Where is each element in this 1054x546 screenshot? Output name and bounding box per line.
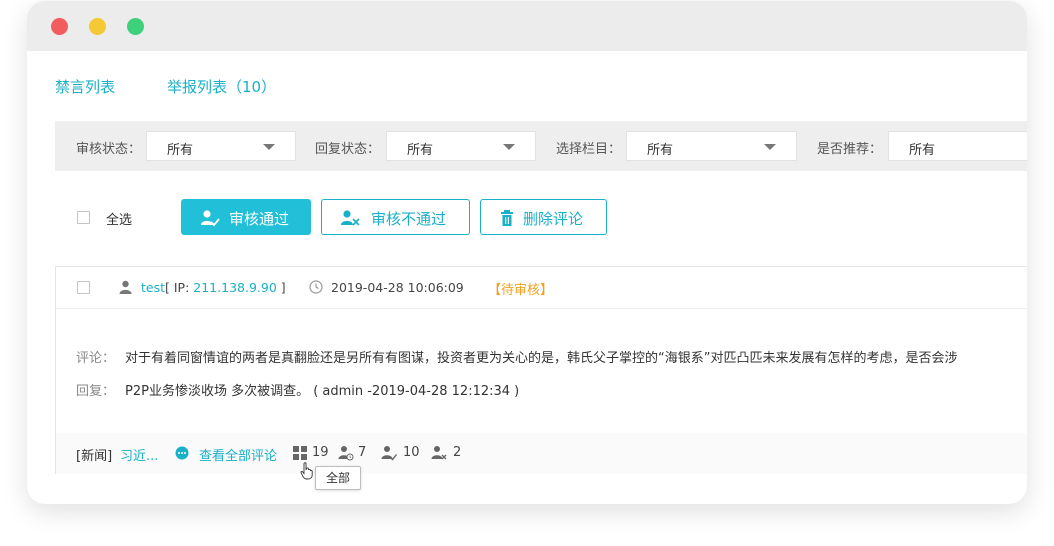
comment-card: test[ IP: 211.138.9.90 ] 2019-04-28 10:0… <box>55 266 1027 474</box>
user-x-icon <box>341 210 360 226</box>
column-select-value: 所有 <box>647 143 674 158</box>
count-all: 19 <box>312 445 329 460</box>
column-select-label: 选择栏目： <box>556 142 622 157</box>
ip-link[interactable]: 211.138.9.90 <box>193 280 277 295</box>
tab-report-list[interactable]: 举报列表（10） <box>167 76 276 97</box>
chat-bubble-icon <box>175 446 189 460</box>
filter-bar: 审核状态： 所有 回复状态： 所有 选择栏目： 所有 是否推荐： 所有 <box>55 121 1027 171</box>
window-titlebar <box>27 1 1027 51</box>
count-rejected: 2 <box>453 445 462 460</box>
chevron-down-icon <box>764 144 776 150</box>
comment-header: test[ IP: 211.138.9.90 ] 2019-04-28 10:0… <box>56 267 1027 309</box>
review-status-select[interactable]: 所有 <box>146 131 296 161</box>
recommend-select[interactable]: 所有 <box>888 131 1027 161</box>
ip-suffix: ] <box>276 280 286 295</box>
delete-comment-button[interactable]: 删除评论 <box>480 199 607 235</box>
reply-status-select[interactable]: 所有 <box>386 131 536 161</box>
view-all-comments-link[interactable]: 查看全部评论 <box>199 445 277 464</box>
reply-status-label: 回复状态： <box>315 142 381 157</box>
user-x-icon[interactable] <box>431 445 447 461</box>
recommend-label: 是否推荐： <box>817 142 883 157</box>
column-select[interactable]: 所有 <box>626 131 797 161</box>
reply-status-value: 所有 <box>407 143 434 158</box>
author-link[interactable]: test <box>141 280 165 295</box>
user-pending-icon[interactable] <box>338 445 354 461</box>
tooltip: 全部 <box>315 466 362 490</box>
close-window-button[interactable] <box>51 18 68 35</box>
user-check-icon <box>201 210 220 227</box>
status-badge: 【待审核】 <box>488 283 554 298</box>
hand-cursor-icon <box>300 462 313 480</box>
reply-label: 回复： <box>76 384 116 399</box>
count-pending: 7 <box>358 445 367 460</box>
comment-label: 评论： <box>76 351 116 366</box>
approve-button[interactable]: 审核通过 <box>181 199 311 235</box>
approve-label: 审核通过 <box>229 210 290 228</box>
count-approved: 10 <box>403 445 420 460</box>
review-status-label: 审核状态： <box>76 142 142 157</box>
reject-button[interactable]: 审核不通过 <box>321 199 470 235</box>
reject-label: 审核不通过 <box>371 210 447 228</box>
user-icon <box>119 280 132 294</box>
minimize-window-button[interactable] <box>89 18 106 35</box>
grid-icon[interactable] <box>292 445 308 461</box>
delete-comment-label: 删除评论 <box>523 210 584 228</box>
user-check-icon[interactable] <box>381 445 397 461</box>
comment-author: test[ IP: 211.138.9.90 ] <box>141 280 286 295</box>
select-all-label: 全选 <box>106 213 133 228</box>
comment-footer: [新闻] 习近... 查看全部评论 19 7 10 2 <box>56 433 1027 474</box>
select-all-checkbox[interactable] <box>77 211 90 224</box>
review-status-value: 所有 <box>167 143 194 158</box>
maximize-window-button[interactable] <box>127 18 144 35</box>
comment-time: 2019-04-28 10:06:09 <box>331 280 464 295</box>
recommend-value: 所有 <box>909 143 936 158</box>
article-link[interactable]: 习近... <box>120 445 158 464</box>
trash-icon <box>501 210 513 226</box>
comment-checkbox[interactable] <box>77 281 90 294</box>
category-tag: [新闻] <box>76 449 113 464</box>
ip-prefix: [ IP: <box>165 280 194 295</box>
comment-text: 对于有着同窗情谊的两者是真翻脸还是另所有有图谋，投资者更为关心的是，韩氏父子掌控… <box>125 351 958 366</box>
tab-banned-list[interactable]: 禁言列表 <box>55 76 115 97</box>
clock-icon <box>309 280 323 294</box>
app-window: 禁言列表 举报列表（10） 审核状态： 所有 回复状态： 所有 选择栏目： 所有… <box>27 1 1027 504</box>
reply-text: P2P业务惨淡收场 多次被调查。 ( admin -2019-04-28 12:… <box>125 384 520 399</box>
chevron-down-icon <box>503 144 515 150</box>
chevron-down-icon <box>263 144 275 150</box>
